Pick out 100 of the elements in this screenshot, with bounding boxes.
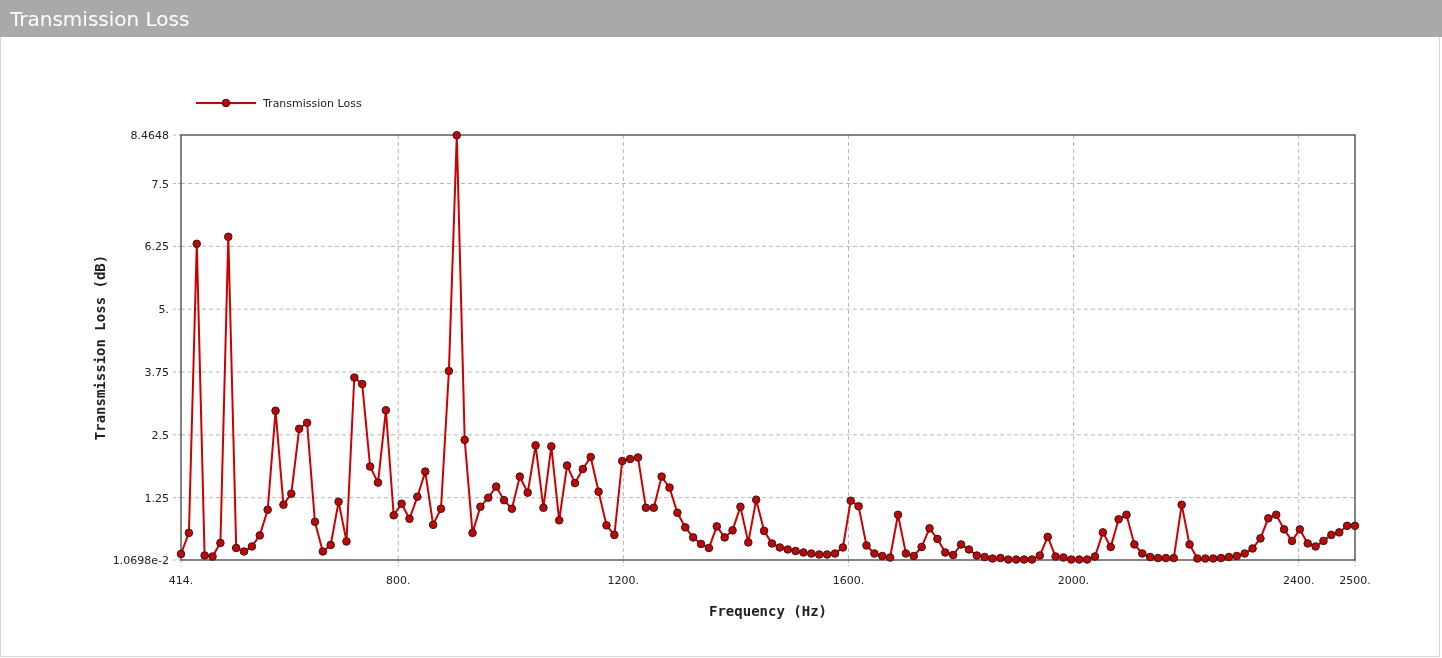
data-point xyxy=(917,542,926,552)
data-point xyxy=(224,232,233,242)
data-point xyxy=(791,546,800,556)
data-point xyxy=(350,373,359,382)
y-axis-title: Transmission Loss (dB) xyxy=(92,254,108,441)
data-point xyxy=(877,551,887,561)
data-point xyxy=(365,462,375,471)
data-point xyxy=(1098,528,1108,537)
data-point xyxy=(767,539,777,548)
axis-tick-label: 7.5 xyxy=(151,177,169,191)
data-point xyxy=(499,495,509,505)
data-point xyxy=(1106,542,1116,552)
data-point xyxy=(649,503,659,513)
data-point xyxy=(1208,554,1218,563)
data-point xyxy=(854,501,863,511)
data-point xyxy=(1035,551,1045,560)
legend-label: Transmission Loss xyxy=(263,97,362,110)
data-point xyxy=(491,482,501,491)
data-point xyxy=(586,452,595,462)
data-point xyxy=(838,543,848,552)
data-point xyxy=(633,453,643,462)
data-point xyxy=(980,552,989,562)
data-point xyxy=(184,528,194,538)
data-point xyxy=(247,542,257,551)
data-point xyxy=(444,366,454,376)
data-point xyxy=(830,549,840,558)
data-point xyxy=(1177,500,1186,510)
data-point xyxy=(673,508,682,518)
data-point xyxy=(1090,552,1100,561)
data-point xyxy=(578,464,588,474)
data-point xyxy=(357,379,367,389)
data-point xyxy=(279,500,288,510)
data-point xyxy=(302,418,312,428)
data-point xyxy=(310,517,320,527)
data-point xyxy=(436,504,446,514)
data-point xyxy=(1114,515,1123,524)
data-point xyxy=(531,441,540,450)
data-point xyxy=(239,547,249,556)
data-point xyxy=(1224,552,1234,562)
data-point xyxy=(1137,549,1147,558)
data-point xyxy=(476,502,485,512)
axis-tick-label: 1.0698e-2 xyxy=(112,554,169,567)
data-point xyxy=(814,550,824,559)
data-point xyxy=(610,530,619,540)
data-point xyxy=(680,523,690,532)
axis-tick-label: 5. xyxy=(158,303,169,317)
data-point xyxy=(996,553,1005,563)
data-point xyxy=(216,538,225,548)
data-point xyxy=(1185,540,1194,549)
axis-tick-label: 2000. xyxy=(1057,574,1090,587)
axis-tick-label: 2.5 xyxy=(151,428,169,442)
data-point xyxy=(287,489,296,498)
data-point xyxy=(728,526,737,535)
data-point xyxy=(515,472,525,481)
data-point xyxy=(570,478,580,488)
data-point xyxy=(1350,521,1360,531)
axis-tick-label: 1.25 xyxy=(144,491,169,505)
data-point xyxy=(1082,555,1092,564)
data-point xyxy=(948,550,958,560)
data-point xyxy=(294,424,304,434)
data-point xyxy=(263,505,272,515)
data-point xyxy=(1067,555,1076,564)
data-point xyxy=(657,472,666,481)
data-point xyxy=(1011,555,1021,564)
data-point xyxy=(1019,555,1029,564)
axis-tick-label: 3.75 xyxy=(144,366,169,379)
data-point xyxy=(862,541,871,550)
data-point xyxy=(1027,555,1037,564)
data-point xyxy=(759,526,769,536)
data-point xyxy=(1342,521,1352,531)
data-point xyxy=(617,456,627,466)
data-point xyxy=(1256,534,1265,543)
data-point xyxy=(231,543,241,553)
data-point xyxy=(539,503,548,513)
data-point xyxy=(1074,555,1084,564)
data-point xyxy=(1303,539,1312,548)
data-point xyxy=(554,516,564,525)
data-point xyxy=(885,553,895,562)
data-point xyxy=(688,533,698,542)
data-point xyxy=(641,503,651,513)
data-point xyxy=(909,551,919,561)
data-point xyxy=(933,534,942,544)
data-point xyxy=(846,496,856,505)
data-point xyxy=(720,533,729,542)
data-point xyxy=(484,493,493,502)
data-point xyxy=(318,547,328,556)
axis-tick-label: 800. xyxy=(386,574,411,587)
data-point xyxy=(373,478,383,487)
data-point xyxy=(602,521,611,530)
axis-tick-label: 414. xyxy=(168,574,194,587)
data-point xyxy=(397,499,406,509)
data-point xyxy=(696,539,706,549)
data-point xyxy=(712,522,722,531)
data-point xyxy=(326,540,335,550)
data-point xyxy=(1122,510,1131,520)
data-point xyxy=(1287,536,1297,546)
data-point xyxy=(389,511,399,520)
data-point xyxy=(775,543,785,552)
data-point xyxy=(822,550,832,559)
data-point xyxy=(1193,554,1202,563)
